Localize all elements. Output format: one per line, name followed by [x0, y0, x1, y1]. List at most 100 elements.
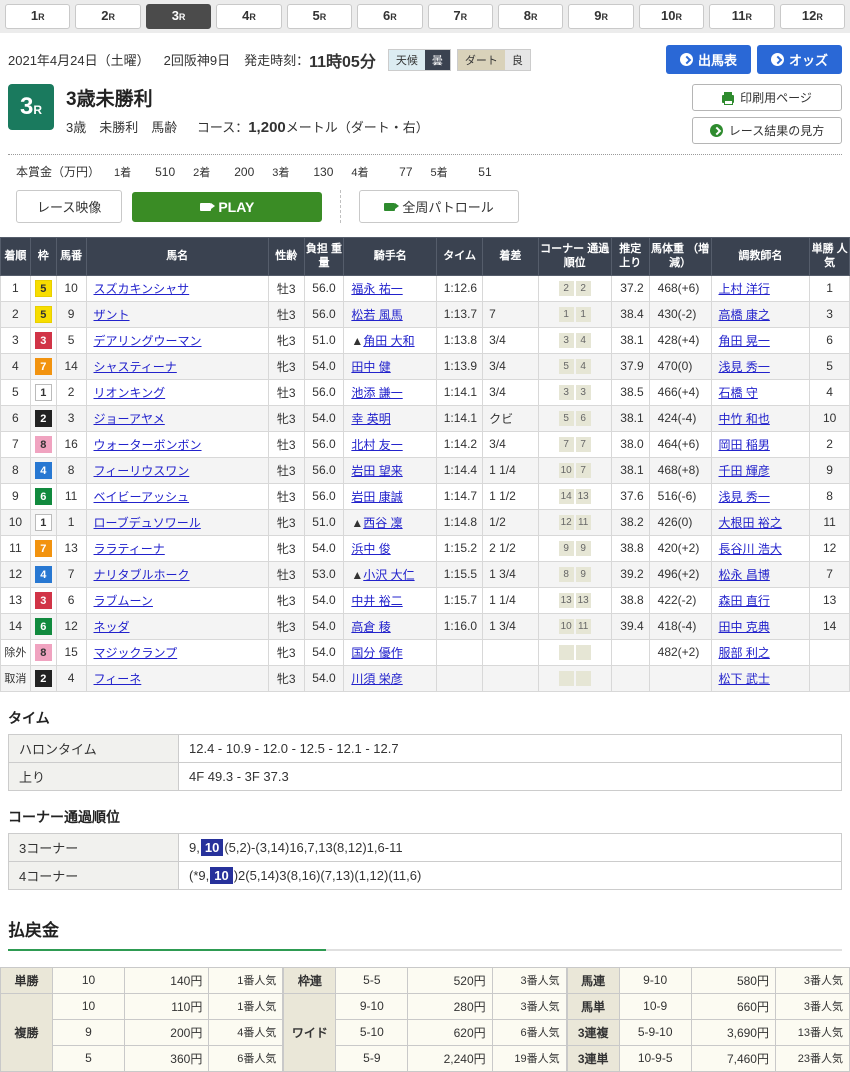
- horse-number-cell: 2: [56, 379, 86, 405]
- results-guide-button[interactable]: レース結果の見方: [692, 117, 842, 144]
- bet-combination: 9-10: [619, 967, 691, 993]
- horse-name-link[interactable]: ネッダ: [94, 620, 130, 634]
- horse-name-link[interactable]: リオンキング: [94, 386, 166, 400]
- tab-8r[interactable]: 8R: [498, 4, 563, 29]
- trainer-name-link[interactable]: 石橋 守: [719, 386, 758, 400]
- trainer-cell: 上村 洋行: [711, 275, 810, 301]
- jockey-name-link[interactable]: 松若 風馬: [351, 308, 402, 322]
- horse-name-link[interactable]: デアリングウーマン: [94, 334, 202, 348]
- entries-button[interactable]: 出馬表: [666, 45, 751, 74]
- trainer-name-link[interactable]: 長谷川 浩大: [719, 542, 782, 556]
- bet-combination: 10-9: [619, 993, 691, 1019]
- play-button[interactable]: PLAY: [132, 192, 322, 222]
- jockey-name-link[interactable]: 幸 英明: [351, 412, 390, 426]
- print-page-button[interactable]: 印刷用ページ: [692, 84, 842, 111]
- tab-2r[interactable]: 2R: [75, 4, 140, 29]
- horse-name-link[interactable]: ララティーナ: [94, 542, 165, 556]
- jockey-name-link[interactable]: 浜中 俊: [351, 542, 390, 556]
- tab-4r[interactable]: 4R: [216, 4, 281, 29]
- bet-type-label: 3連単: [567, 1045, 619, 1071]
- jockey-name-link[interactable]: 岩田 康誠: [351, 490, 402, 504]
- trainer-name-link[interactable]: 大根田 裕之: [719, 516, 782, 530]
- horse-name-link[interactable]: ローブデュソワール: [94, 516, 201, 530]
- tab-number: 7: [453, 8, 460, 23]
- tab-9r[interactable]: 9R: [568, 4, 633, 29]
- trainer-name-link[interactable]: 浅見 秀一: [719, 490, 770, 504]
- horse-name-link[interactable]: ウォーターボンボン: [94, 438, 202, 452]
- jockey-name-link[interactable]: 北村 友一: [351, 438, 402, 452]
- tab-6r[interactable]: 6R: [357, 4, 422, 29]
- margin-cell: 1 1/4: [483, 587, 539, 613]
- margin-cell: 1 1/2: [483, 483, 539, 509]
- horse-weight-cell: 482(+2): [649, 639, 711, 665]
- horse-name-link[interactable]: ナリタブルホーク: [94, 568, 190, 582]
- trainer-name-link[interactable]: 松永 昌博: [719, 568, 770, 582]
- tab-12r[interactable]: 12R: [780, 4, 845, 29]
- trainer-name-link[interactable]: 浅見 秀一: [719, 360, 770, 374]
- carried-weight-cell: 56.0: [304, 431, 344, 457]
- horse-name-link[interactable]: フィーネ: [94, 672, 142, 686]
- trainer-name-link[interactable]: 中竹 和也: [719, 412, 770, 426]
- finish-position: 10: [9, 515, 22, 529]
- time-row: ハロンタイム12.4 - 10.9 - 12.0 - 12.5 - 12.1 -…: [9, 734, 842, 762]
- trainer-name-link[interactable]: 松下 武士: [719, 672, 770, 686]
- jockey-name-link[interactable]: 福永 祐一: [351, 282, 402, 296]
- horse-weight-cell: 468(+8): [649, 457, 711, 483]
- finish-position: 8: [12, 463, 19, 477]
- jockey-name-link[interactable]: 角田 大和: [363, 334, 414, 348]
- last-3f-cell: 37.9: [611, 353, 649, 379]
- horse-name-link[interactable]: ベイビーアッシュ: [94, 490, 190, 504]
- trainer-name-link[interactable]: 上村 洋行: [719, 282, 770, 296]
- corner-position-box: 2: [576, 281, 591, 296]
- horse-name-link[interactable]: マジックランプ: [94, 646, 178, 660]
- jockey-name-link[interactable]: 田中 健: [351, 360, 390, 374]
- horse-name-cell: シャスティーナ: [86, 353, 268, 379]
- horse-name-link[interactable]: スズカキンシャサ: [94, 282, 190, 296]
- tab-11r[interactable]: 11R: [709, 4, 774, 29]
- trainer-name-link[interactable]: 森田 直行: [719, 594, 770, 608]
- jockey-cell: ▲西谷 凜: [344, 509, 437, 535]
- tab-1r[interactable]: 1R: [5, 4, 70, 29]
- jockey-name-link[interactable]: 川須 栄彦: [351, 672, 402, 686]
- jockey-name-link[interactable]: 西谷 凜: [363, 516, 402, 530]
- trainer-name-link[interactable]: 千田 輝彦: [719, 464, 770, 478]
- horse-name-link[interactable]: ザント: [94, 308, 130, 322]
- horse-name-link[interactable]: フィーリウスワン: [94, 464, 190, 478]
- race-video-button[interactable]: レース映像: [16, 190, 122, 223]
- table-row: 259ザント牡356.0松若 風馬1:13.771138.4430(-2)高橋 …: [1, 301, 850, 327]
- prize-amount: 77: [379, 165, 413, 179]
- trainer-name-link[interactable]: 服部 利之: [719, 646, 770, 660]
- jockey-name-link[interactable]: 池添 謙一: [351, 386, 402, 400]
- tab-10r[interactable]: 10R: [639, 4, 704, 29]
- tab-7r[interactable]: 7R: [428, 4, 493, 29]
- trainer-name-link[interactable]: 高橋 康之: [719, 308, 770, 322]
- corner-position-box: [576, 671, 591, 686]
- horse-name-cell: フィーネ: [86, 665, 268, 691]
- time-cell: 1:12.6: [437, 275, 483, 301]
- horse-name-link[interactable]: ジョーアヤメ: [94, 412, 165, 426]
- tab-3r[interactable]: 3R: [146, 4, 211, 29]
- win-popularity-cell: 1: [810, 275, 850, 301]
- finish-position: 3: [12, 333, 19, 347]
- jockey-name-link[interactable]: 岩田 望来: [351, 464, 402, 478]
- odds-button[interactable]: オッズ: [757, 45, 842, 74]
- jockey-name-link[interactable]: 中井 裕二: [351, 594, 402, 608]
- jockey-name-link[interactable]: 小沢 大仁: [363, 568, 414, 582]
- tab-5r[interactable]: 5R: [287, 4, 352, 29]
- horse-weight-cell: 468(+6): [649, 275, 711, 301]
- jockey-name-link[interactable]: 国分 優作: [351, 646, 402, 660]
- horse-number-cell: 11: [56, 483, 86, 509]
- trainer-name-link[interactable]: 角田 晃一: [719, 334, 770, 348]
- jockey-name-link[interactable]: 高倉 稜: [351, 620, 390, 634]
- horse-name-cell: ララティーナ: [86, 535, 268, 561]
- horse-name-cell: ザント: [86, 301, 268, 327]
- horse-name-link[interactable]: シャスティーナ: [94, 360, 177, 374]
- payout-section-title: 払戻金: [8, 916, 842, 951]
- horse-name-link[interactable]: ラブムーン: [94, 594, 153, 608]
- tab-number: 10: [661, 8, 675, 23]
- time-cell: 1:14.2: [437, 431, 483, 457]
- trainer-name-link[interactable]: 岡田 稲男: [719, 438, 770, 452]
- trainer-cell: 服部 利之: [711, 639, 810, 665]
- patrol-video-button[interactable]: 全周パトロール: [359, 190, 518, 223]
- trainer-name-link[interactable]: 田中 克典: [719, 620, 770, 634]
